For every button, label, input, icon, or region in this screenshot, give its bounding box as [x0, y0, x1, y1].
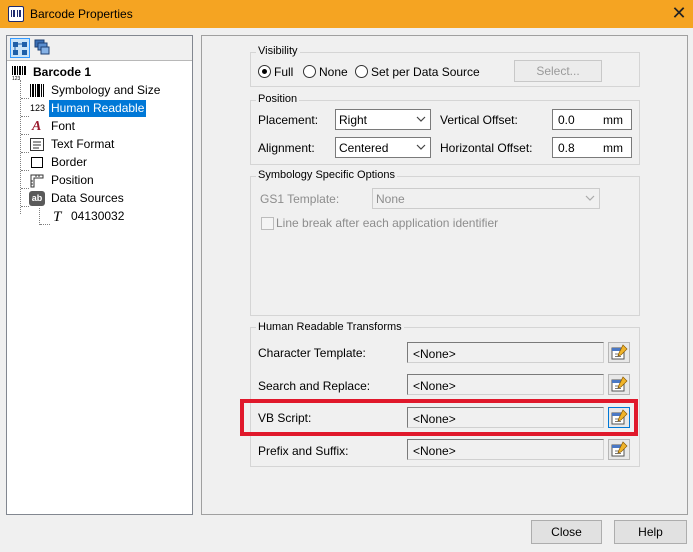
- character-template-value: <None>: [413, 347, 456, 361]
- visibility-none-radio[interactable]: [303, 65, 316, 78]
- character-template-edit-button[interactable]: [608, 342, 630, 363]
- character-template-label: Character Template:: [258, 346, 366, 360]
- svg-text:123: 123: [12, 76, 21, 80]
- tree-item-label: Position: [51, 173, 94, 187]
- property-tree-pane: 123 Barcode 1 Symbology and Size 123 Hum…: [6, 35, 193, 515]
- barcode-icon: 123: [11, 65, 27, 82]
- vertical-offset-label: Vertical Offset:: [440, 113, 518, 127]
- gs1-template-value: None: [376, 192, 405, 206]
- alignment-dropdown[interactable]: Centered: [335, 137, 431, 158]
- barcode-lines-icon: [29, 83, 45, 98]
- prefix-suffix-label: Prefix and Suffix:: [258, 444, 349, 458]
- position-group-title: Position: [256, 93, 300, 105]
- gs1-template-dropdown[interactable]: None: [372, 188, 600, 209]
- close-icon[interactable]: ✕: [668, 2, 690, 24]
- transforms-group-title: Human Readable Transforms: [256, 321, 404, 333]
- tree-root-label: Barcode 1: [33, 65, 92, 79]
- edit-dialog-icon: [611, 344, 628, 360]
- horizontal-offset-field[interactable]: 0.8 mm: [552, 137, 632, 158]
- search-replace-value: <None>: [413, 379, 456, 393]
- chevron-down-icon: [416, 144, 426, 150]
- font-a-icon: A: [32, 119, 42, 134]
- search-replace-label: Search and Replace:: [258, 379, 371, 393]
- vertical-offset-value: 0.0: [558, 113, 575, 127]
- search-replace-edit-button[interactable]: [608, 374, 630, 395]
- digits-123-icon: 123: [30, 103, 46, 113]
- chevron-down-icon: [585, 195, 595, 201]
- title-bar: Barcode Properties ✕: [0, 0, 693, 28]
- select-button[interactable]: Select...: [514, 60, 602, 82]
- visibility-per-source-radio[interactable]: [355, 65, 368, 78]
- tree-item-label: Border: [51, 155, 88, 169]
- symbology-options-title: Symbology Specific Options: [256, 169, 397, 181]
- vertical-offset-unit: mm: [603, 113, 623, 127]
- tree-item-label: 04130032: [71, 209, 125, 223]
- prefix-suffix-field[interactable]: <None>: [407, 439, 604, 460]
- prefix-suffix-edit-button[interactable]: [608, 439, 630, 460]
- position-ruler-icon: [29, 173, 45, 188]
- tree-item-data-sources[interactable]: ab Data Sources: [29, 190, 189, 207]
- close-button[interactable]: Close: [531, 520, 602, 544]
- visibility-full-label: Full: [274, 65, 294, 79]
- line-break-checkbox[interactable]: [261, 217, 274, 230]
- tree-view-icon[interactable]: [10, 38, 30, 58]
- text-t-icon: T: [53, 209, 62, 225]
- placement-value: Right: [339, 113, 368, 127]
- visibility-full-radio[interactable]: [258, 65, 271, 78]
- tree-item-label: Text Format: [51, 137, 115, 151]
- prefix-suffix-value: <None>: [413, 444, 456, 458]
- tree-item-label: Human Readable: [49, 100, 147, 117]
- tree-item-label: Data Sources: [51, 191, 124, 205]
- tree-item-font[interactable]: A Font: [29, 118, 189, 135]
- barcode-app-icon: [8, 6, 24, 22]
- horizontal-offset-label: Horizontal Offset:: [440, 141, 533, 155]
- tree-item-border[interactable]: Border: [29, 154, 189, 171]
- window-title: Barcode Properties: [30, 7, 133, 21]
- horizontal-offset-unit: mm: [603, 141, 623, 155]
- visibility-group-title: Visibility: [256, 45, 300, 57]
- data-source-ab-icon: ab: [29, 191, 45, 206]
- tree-item-data-source-value[interactable]: T 04130032: [51, 208, 189, 225]
- tree-item-symbology-size[interactable]: Symbology and Size: [29, 82, 189, 99]
- tree-item-human-readable[interactable]: 123 Human Readable: [29, 100, 189, 117]
- horizontal-offset-value: 0.8: [558, 141, 575, 155]
- tree-root-barcode[interactable]: 123 Barcode 1: [11, 64, 191, 82]
- layers-icon[interactable]: [33, 38, 53, 58]
- chevron-down-icon: [416, 116, 426, 122]
- search-replace-field[interactable]: <None>: [407, 374, 604, 395]
- line-break-label: Line break after each application identi…: [276, 216, 499, 230]
- vertical-offset-field[interactable]: 0.0 mm: [552, 109, 632, 130]
- visibility-per-source-label: Set per Data Source: [371, 65, 480, 79]
- placement-label: Placement:: [258, 113, 319, 127]
- alignment-label: Alignment:: [258, 141, 315, 155]
- character-template-field[interactable]: <None>: [407, 342, 604, 363]
- tree-item-text-format[interactable]: Text Format: [29, 136, 189, 153]
- alignment-value: Centered: [339, 141, 389, 155]
- placement-dropdown[interactable]: Right: [335, 109, 431, 130]
- vb-script-highlight-box: [240, 399, 638, 436]
- gs1-template-label: GS1 Template:: [260, 192, 340, 206]
- tree-item-label: Symbology and Size: [51, 83, 161, 97]
- edit-dialog-icon: [611, 441, 628, 457]
- visibility-none-label: None: [319, 65, 348, 79]
- tree-toolbar: [7, 36, 192, 61]
- border-icon: [29, 155, 45, 170]
- edit-dialog-icon: [611, 376, 628, 392]
- tree-item-label: Font: [51, 119, 76, 133]
- help-button[interactable]: Help: [614, 520, 687, 544]
- text-format-icon: [29, 137, 45, 152]
- tree-item-position[interactable]: Position: [29, 172, 189, 189]
